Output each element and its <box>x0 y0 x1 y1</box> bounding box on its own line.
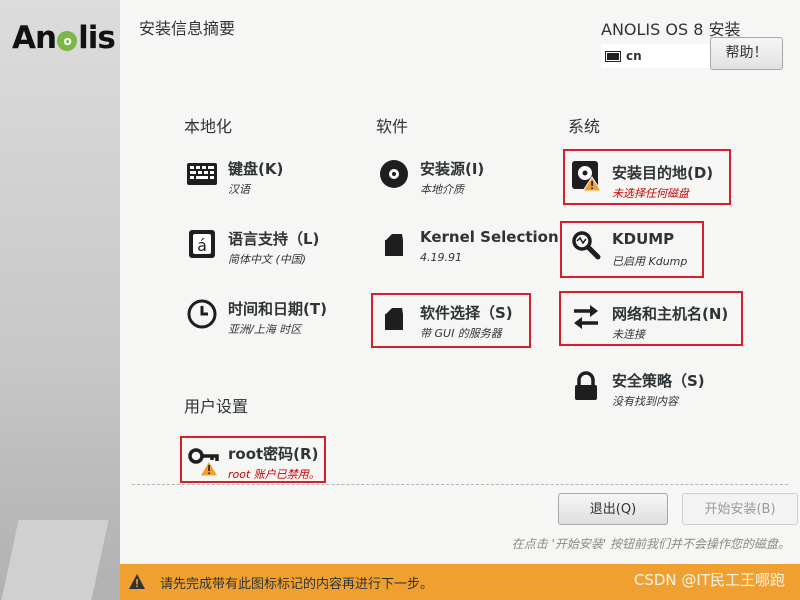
spoke-label: Kernel Selection <box>420 228 559 246</box>
spoke-status: 带 GUI 的服务器 <box>420 327 502 340</box>
spoke-label: 安装源(I) <box>420 160 485 178</box>
spoke-root-password[interactable]: root密码(R) root 账户已禁用。 <box>180 436 326 483</box>
spoke-label: 安全策略（S) <box>612 372 705 390</box>
spoke-status: 未选择任何磁盘 <box>612 187 689 200</box>
spoke-status: root 账户已禁用。 <box>228 468 320 481</box>
page-title: 安装信息摘要 <box>139 19 236 38</box>
sidebar-shade <box>1 520 109 600</box>
spoke-label: 网络和主机名(N) <box>612 305 729 323</box>
spoke-label: 时间和日期(T) <box>228 300 327 318</box>
spoke-security-policy[interactable]: 安全策略（S) 没有找到内容 <box>564 360 734 412</box>
keyboard-layout-code: cn <box>626 49 642 63</box>
watermark: CSDN @IT民工王哪跑 <box>633 571 785 589</box>
section-user-settings: 用户设置 <box>184 397 249 416</box>
spoke-status: 亚洲/上海 时区 <box>228 323 302 336</box>
disk-notice: 在点击 '开始安装' 按钮前我们并不会操作您的磁盘。 <box>511 537 790 551</box>
clock-icon <box>187 299 217 329</box>
keyboard-icon <box>187 163 217 185</box>
spoke-software-selection[interactable]: 软件选择（S) 带 GUI 的服务器 <box>371 293 531 348</box>
spoke-install-source[interactable]: 安装源(I) 本地介质 <box>372 148 542 200</box>
logo-leaf-icon: o <box>57 31 78 51</box>
anolis-logo: An o lis <box>12 20 116 56</box>
lock-icon <box>575 371 597 400</box>
spoke-label: 安装目的地(D) <box>612 164 714 182</box>
keyboard-layout-indicator[interactable]: cn <box>601 44 711 68</box>
spoke-status: 已启用 Kdump <box>612 255 688 268</box>
spoke-status: 未连接 <box>612 328 645 341</box>
keyboard-small-icon <box>605 50 621 62</box>
spoke-status: 简体中文 (中国) <box>228 253 307 266</box>
language-icon: á <box>189 230 215 258</box>
help-button[interactable]: 帮助！ <box>710 37 783 70</box>
spoke-label: KDUMP <box>612 230 675 248</box>
spoke-status: 没有找到内容 <box>612 395 678 408</box>
spoke-kernel-selection[interactable]: Kernel Selection 4.19.91 <box>372 218 559 270</box>
warning-text: 请先完成带有此图标标记的内容再进行下一步。 <box>160 576 434 592</box>
spoke-status: 汉语 <box>228 183 250 196</box>
warning-icon <box>129 574 145 589</box>
main-panel: 安装信息摘要 ANOLIS OS 8 安装 cn 帮助！ 本地化 软件 系统 用… <box>120 0 800 600</box>
spoke-keyboard[interactable]: 键盘(K) 汉语 <box>180 148 350 200</box>
network-arrows-icon <box>574 305 598 329</box>
spoke-label: 键盘(K) <box>228 160 284 178</box>
spoke-network-hostname[interactable]: 网络和主机名(N) 未连接 <box>559 291 743 346</box>
spoke-kdump[interactable]: KDUMP 已启用 Kdump <box>560 221 704 278</box>
section-software: 软件 <box>376 117 409 136</box>
section-localization: 本地化 <box>184 117 233 136</box>
section-system: 系统 <box>568 117 601 136</box>
spoke-status: 4.19.91 <box>420 251 462 264</box>
spoke-label: 软件选择（S) <box>420 304 513 322</box>
spoke-label: root密码(R) <box>228 445 319 463</box>
divider <box>132 484 788 485</box>
spoke-date-time[interactable]: 时间和日期(T) 亚洲/上海 时区 <box>180 288 350 340</box>
disc-icon <box>380 160 408 188</box>
spoke-status: 本地介质 <box>420 183 464 196</box>
sidebar: An o lis <box>0 0 120 600</box>
svg-text:á: á <box>197 236 207 255</box>
spoke-install-destination[interactable]: 安装目的地(D) 未选择任何磁盘 <box>563 149 731 205</box>
key-warning-icon <box>188 448 219 476</box>
package-icon <box>385 308 403 330</box>
begin-installation-button[interactable]: 开始安装(B) <box>682 493 798 525</box>
spoke-language-support[interactable]: á 语言支持（L) 简体中文 (中国) <box>180 218 350 270</box>
magnifier-icon <box>572 231 601 260</box>
spoke-label: 语言支持（L) <box>228 230 320 248</box>
package-icon <box>385 234 403 256</box>
quit-button[interactable]: 退出(Q) <box>558 493 668 525</box>
disk-warning-icon <box>572 161 602 191</box>
